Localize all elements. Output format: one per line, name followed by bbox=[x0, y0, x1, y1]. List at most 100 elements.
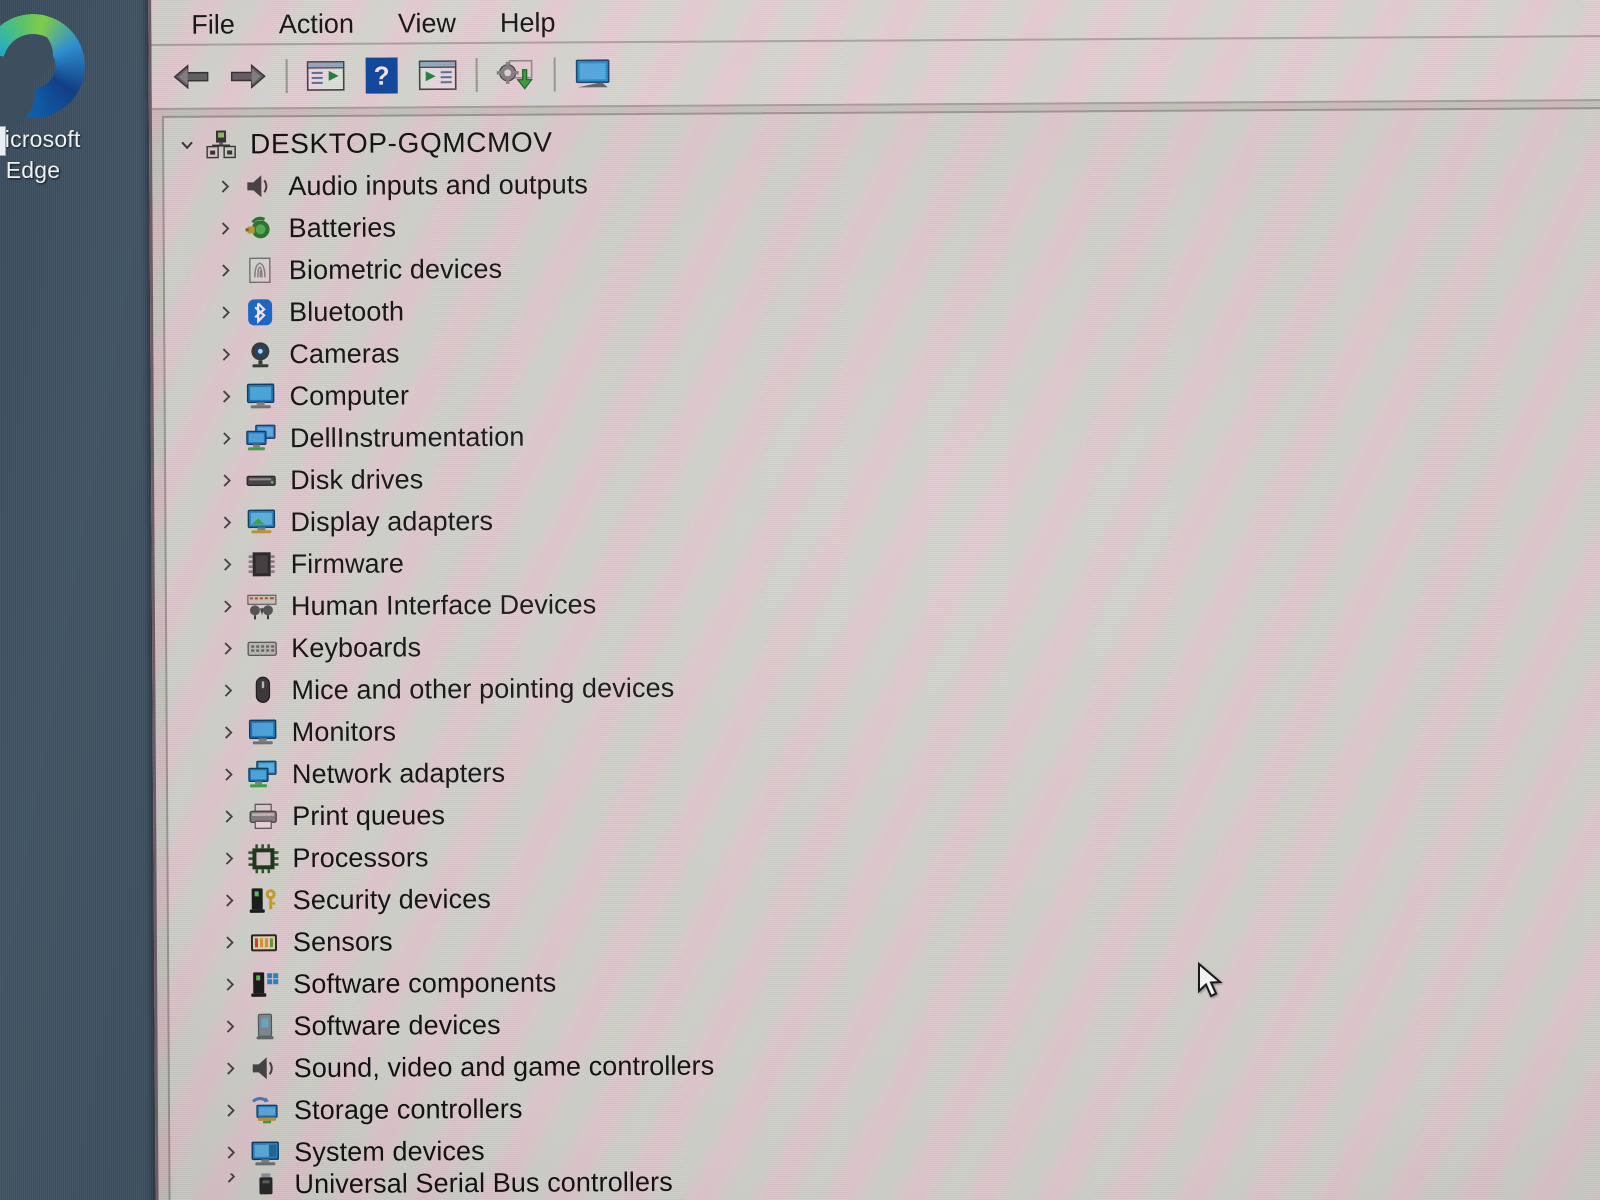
chevron-right-icon[interactable] bbox=[213, 555, 243, 573]
hid-icon bbox=[243, 590, 281, 622]
software-component-icon bbox=[245, 968, 283, 1000]
menu-file[interactable]: File bbox=[169, 9, 257, 44]
chevron-right-icon[interactable] bbox=[214, 849, 244, 867]
chevron-right-icon[interactable] bbox=[210, 177, 240, 195]
device-manager-window: File Action View Help ? DESKTOP-GQMCMOV … bbox=[148, 0, 1600, 1200]
properties-button[interactable] bbox=[298, 51, 354, 101]
speaker-icon bbox=[246, 1052, 284, 1084]
desktop-shortcut-microsoft-edge[interactable]: Microsoft Edge bbox=[0, 0, 118, 186]
printer-icon bbox=[244, 800, 282, 832]
monitor-icon bbox=[244, 716, 282, 748]
chevron-right-icon[interactable] bbox=[216, 1059, 246, 1077]
tree-item-label: Bluetooth bbox=[289, 295, 405, 327]
question-mark-icon: ? bbox=[365, 57, 398, 94]
help-button[interactable]: ? bbox=[354, 50, 410, 100]
chevron-right-icon[interactable] bbox=[215, 891, 245, 909]
tree-item-label: Cameras bbox=[289, 337, 400, 369]
monitor-icon bbox=[575, 59, 610, 88]
chevron-right-icon[interactable] bbox=[211, 219, 241, 237]
sensor-icon bbox=[245, 926, 283, 958]
chevron-right-icon[interactable] bbox=[214, 807, 244, 825]
tree-item-label: Firmware bbox=[290, 547, 405, 579]
chevron-right-icon[interactable] bbox=[212, 387, 242, 405]
tree-item-label: System devices bbox=[294, 1135, 485, 1167]
disk-drive-icon bbox=[242, 464, 280, 496]
shortcut-label-line2: Edge bbox=[5, 157, 61, 183]
tree-item-label: Monitors bbox=[291, 715, 397, 747]
chevron-right-icon[interactable] bbox=[216, 1143, 246, 1161]
update-driver-button[interactable] bbox=[410, 50, 466, 100]
shortcut-arrow-icon bbox=[0, 126, 6, 156]
separator-2 bbox=[475, 57, 478, 93]
gear-scan-icon bbox=[496, 59, 533, 90]
chevron-down-icon[interactable] bbox=[172, 135, 202, 155]
speaker-icon bbox=[240, 170, 278, 202]
chevron-right-icon[interactable] bbox=[211, 303, 241, 321]
chevron-right-icon[interactable] bbox=[215, 1017, 245, 1035]
chevron-right-icon[interactable] bbox=[214, 723, 244, 741]
display-adapter-icon bbox=[242, 506, 280, 538]
menu-action[interactable]: Action bbox=[257, 9, 376, 44]
chevron-right-icon[interactable] bbox=[215, 975, 245, 993]
chevron-right-icon[interactable] bbox=[213, 639, 243, 657]
camera-icon bbox=[241, 338, 279, 370]
tree-item-label: Processors bbox=[292, 841, 429, 873]
chevron-right-icon[interactable] bbox=[211, 345, 241, 363]
system-device-icon bbox=[246, 1136, 284, 1168]
separator-3 bbox=[553, 57, 556, 92]
tree-item-label: Keyboards bbox=[291, 631, 422, 663]
forward-button[interactable] bbox=[220, 51, 276, 101]
properties-window-icon bbox=[306, 61, 345, 91]
tree-item-label: Display adapters bbox=[290, 505, 494, 537]
chip-icon bbox=[243, 548, 281, 580]
network-monitors-icon bbox=[242, 422, 280, 454]
tree-item-label: Security devices bbox=[292, 883, 491, 915]
bluetooth-icon bbox=[241, 296, 279, 328]
scan-hardware-changes-button[interactable] bbox=[488, 50, 544, 100]
left-arrow-icon bbox=[173, 64, 209, 90]
tree-item-label: Disk drives bbox=[290, 463, 424, 495]
edge-logo-icon bbox=[0, 0, 99, 132]
processor-icon bbox=[244, 842, 282, 874]
chevron-right-icon[interactable] bbox=[212, 471, 242, 489]
chevron-right-icon[interactable] bbox=[212, 429, 242, 447]
chevron-right-icon[interactable] bbox=[213, 597, 243, 615]
security-key-icon bbox=[245, 884, 283, 916]
tree-item-label: Audio inputs and outputs bbox=[288, 168, 589, 201]
svg-text:?: ? bbox=[374, 61, 390, 91]
tree-item-label: Print queues bbox=[292, 799, 446, 831]
separator-1 bbox=[285, 59, 288, 94]
device-tree-pane[interactable]: DESKTOP-GQMCMOV Audio inputs and outputs… bbox=[161, 107, 1600, 1200]
chevron-right-icon[interactable] bbox=[214, 765, 244, 783]
tree-item-label: Network adapters bbox=[291, 757, 506, 789]
tree-item-label: Human Interface Devices bbox=[290, 588, 597, 621]
show-devices-button[interactable] bbox=[566, 49, 622, 99]
monitor-icon bbox=[242, 380, 280, 412]
desktop-shortcut-label: Microsoft Edge bbox=[0, 124, 118, 186]
tree-item-label: Sensors bbox=[292, 926, 393, 957]
chevron-right-icon[interactable] bbox=[211, 261, 241, 279]
back-button[interactable] bbox=[164, 52, 220, 102]
tree-item-label: Storage controllers bbox=[293, 1093, 523, 1125]
tree-children-container: Audio inputs and outputs Batteries Biometr… bbox=[164, 157, 1600, 1200]
toolbar: ? bbox=[151, 35, 1600, 110]
tree-item-label: Mice and other pointing devices bbox=[291, 672, 675, 705]
menu-view[interactable]: View bbox=[376, 8, 478, 43]
chevron-right-icon[interactable] bbox=[212, 513, 242, 531]
tree-item-label: Universal Serial Bus controllers bbox=[294, 1166, 673, 1200]
battery-icon bbox=[241, 212, 279, 244]
update-driver-window-icon bbox=[418, 60, 457, 91]
tree-root-label: DESKTOP-GQMCMOV bbox=[249, 126, 553, 160]
chevron-right-icon[interactable] bbox=[213, 681, 243, 699]
tree-item-label: Software components bbox=[293, 967, 557, 999]
mouse-icon bbox=[243, 674, 281, 706]
chevron-right-icon[interactable] bbox=[216, 1101, 246, 1119]
chevron-right-icon[interactable] bbox=[215, 933, 245, 951]
screen: Microsoft Edge File Action View Help bbox=[0, 0, 1600, 1200]
keyboard-icon bbox=[243, 632, 281, 664]
tree-item-label: Biometric devices bbox=[288, 253, 503, 285]
network-adapter-icon bbox=[244, 758, 282, 790]
menu-help[interactable]: Help bbox=[478, 7, 578, 42]
fingerprint-icon bbox=[241, 254, 279, 286]
computer-tree-root-icon bbox=[202, 128, 240, 160]
